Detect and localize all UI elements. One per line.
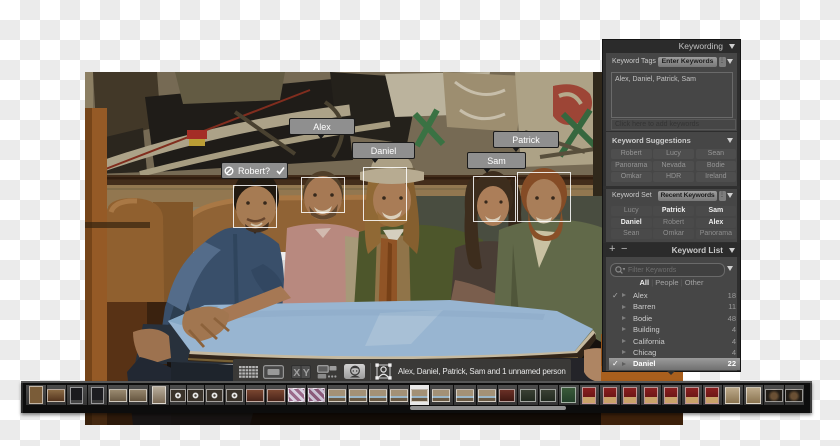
svg-text:Y: Y xyxy=(303,367,310,379)
svg-text:X: X xyxy=(293,367,300,379)
